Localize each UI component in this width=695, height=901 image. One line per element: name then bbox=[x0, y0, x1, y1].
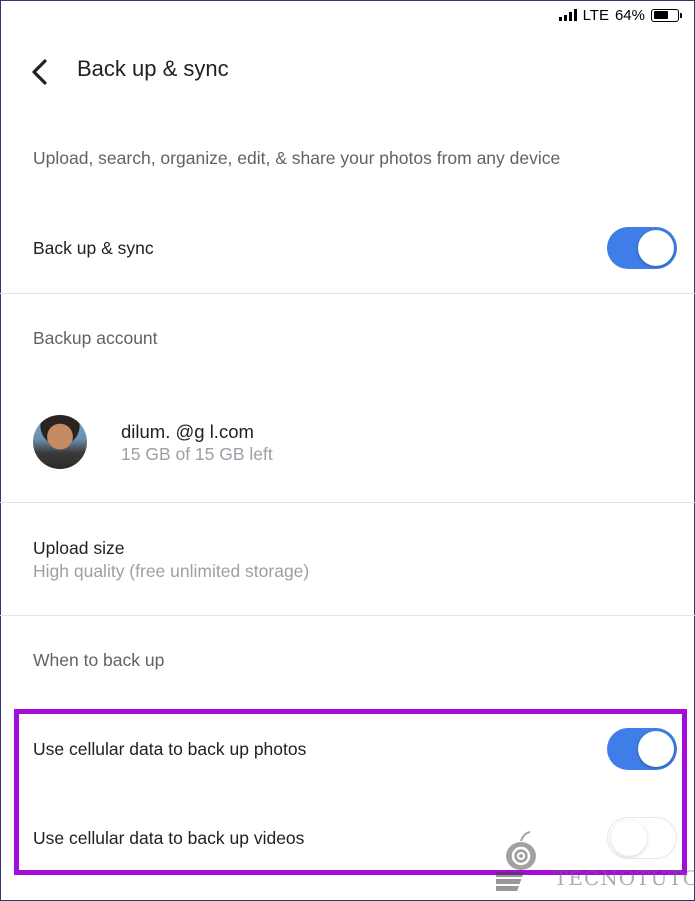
backup-sync-toggle[interactable] bbox=[607, 227, 677, 269]
account-storage: 15 GB of 15 GB left bbox=[121, 444, 273, 464]
avatar[interactable] bbox=[33, 415, 87, 469]
signal-icon bbox=[558, 9, 577, 21]
page-description: Upload, search, organize, edit, & share … bbox=[33, 148, 561, 168]
status-bar: LTE 64% bbox=[558, 6, 682, 24]
toggle-knob bbox=[638, 230, 674, 266]
page-title: Back up & sync bbox=[77, 56, 229, 81]
divider bbox=[0, 293, 695, 294]
highlight-box bbox=[14, 709, 687, 875]
when-to-back-up-heading: When to back up bbox=[33, 650, 165, 670]
upload-size-label[interactable]: Upload size bbox=[33, 538, 124, 559]
backup-account-heading: Backup account bbox=[33, 328, 158, 348]
battery-fill bbox=[653, 11, 669, 19]
account-email[interactable]: dilum. @g l.com bbox=[121, 421, 254, 443]
battery-icon bbox=[651, 8, 682, 22]
back-button[interactable] bbox=[25, 55, 55, 89]
network-label: LTE bbox=[582, 6, 609, 24]
battery-percent: 64% bbox=[614, 6, 645, 24]
divider bbox=[0, 615, 695, 616]
upload-size-value: High quality (free unlimited storage) bbox=[33, 561, 310, 581]
backup-sync-label: Back up & sync bbox=[33, 238, 154, 258]
divider bbox=[0, 502, 695, 503]
chevron-left-icon bbox=[32, 59, 47, 85]
